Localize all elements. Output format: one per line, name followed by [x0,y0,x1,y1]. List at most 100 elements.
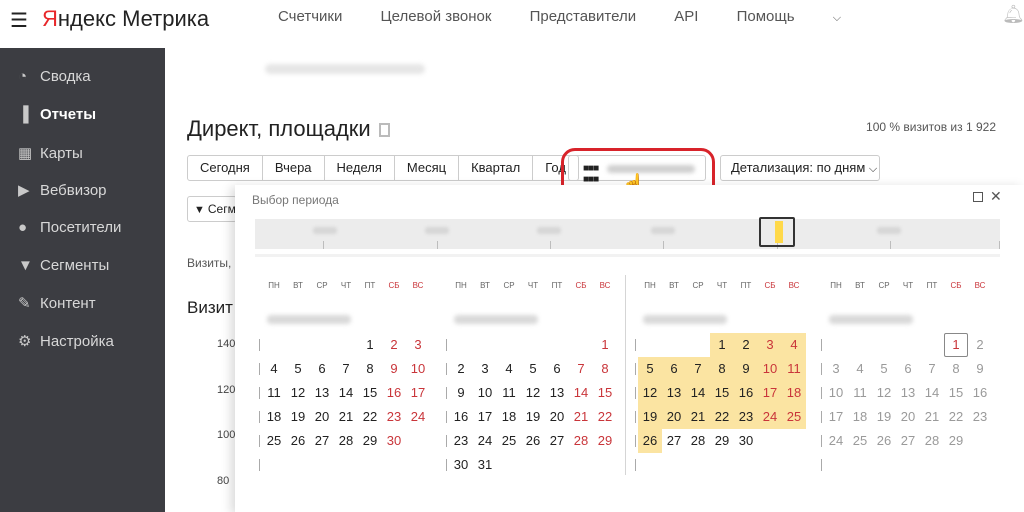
calendar-day[interactable]: 6 [310,357,334,381]
calendar-day[interactable]: 21 [569,405,593,429]
sidebar-item-content[interactable]: ✎ Контент [18,294,96,318]
logo[interactable]: Яндекс Метрика [42,6,209,32]
calendar-day[interactable]: 13 [662,381,686,405]
calendar-day[interactable]: 23 [382,405,406,429]
calendar-day[interactable]: 18 [782,381,806,405]
period-month-button[interactable]: Месяц [395,156,460,180]
calendar-day[interactable]: 1 [358,333,382,357]
calendar-day[interactable]: 2 [734,333,758,357]
calendar-day[interactable]: 17 [824,405,848,429]
sidebar-item-summary[interactable]: ◔ Сводка [18,68,91,92]
calendar-day[interactable]: 26 [638,429,662,453]
calendar-day[interactable]: 3 [758,333,782,357]
sidebar-item-settings[interactable]: ⚙ Настройка [18,332,114,356]
calendar-day[interactable]: 24 [406,405,430,429]
calendar-day[interactable]: 24 [473,429,497,453]
calendar-day[interactable]: 10 [473,381,497,405]
calendar-day[interactable]: 21 [334,405,358,429]
calendar-day[interactable]: 10 [406,357,430,381]
calendar-day[interactable]: 5 [521,357,545,381]
maximize-icon[interactable] [973,192,983,202]
calendar-day[interactable]: 11 [848,381,872,405]
calendar-day[interactable]: 1 [593,333,617,357]
calendar-day[interactable]: 15 [593,381,617,405]
calendar-day[interactable]: 26 [521,429,545,453]
calendar-day[interactable]: 3 [473,357,497,381]
calendar-day[interactable]: 13 [310,381,334,405]
calendar-day[interactable]: 21 [686,405,710,429]
calendar-day[interactable]: 9 [449,381,473,405]
calendar-day[interactable]: 26 [286,429,310,453]
sidebar-item-reports[interactable]: ▐ Отчеты [18,106,96,130]
calendar-day[interactable]: 27 [545,429,569,453]
calendar-day[interactable]: 3 [406,333,430,357]
calendar-day[interactable]: 27 [896,429,920,453]
calendar-day[interactable]: 6 [896,357,920,381]
calendar-day[interactable]: 1 [944,333,968,357]
calendar-day[interactable]: 2 [449,357,473,381]
calendar-day[interactable]: 20 [310,405,334,429]
calendar-day[interactable]: 29 [358,429,382,453]
calendar-day[interactable]: 20 [662,405,686,429]
nav-api[interactable]: API [674,8,698,25]
calendar-day[interactable]: 11 [497,381,521,405]
calendar-day[interactable]: 27 [310,429,334,453]
calendar-day[interactable]: 13 [896,381,920,405]
calendar-day[interactable]: 27 [662,429,686,453]
calendar-day[interactable]: 7 [569,357,593,381]
calendar-day[interactable]: 22 [710,405,734,429]
calendar-day[interactable]: 29 [710,429,734,453]
calendar-day[interactable]: 17 [758,381,782,405]
calendar-day[interactable]: 24 [758,405,782,429]
calendar-day[interactable]: 12 [638,381,662,405]
close-icon[interactable]: ✕ [990,188,1002,205]
calendar-day[interactable]: 12 [872,381,896,405]
period-timeline[interactable] [255,217,1000,249]
calendar-day[interactable]: 6 [662,357,686,381]
calendar-day[interactable]: 22 [944,405,968,429]
period-week-button[interactable]: Неделя [325,156,395,180]
calendar-day[interactable]: 4 [782,333,806,357]
calendar-day[interactable]: 29 [944,429,968,453]
calendar-day[interactable]: 31 [473,453,497,477]
nav-counters[interactable]: Счетчики [278,8,342,25]
calendar-day[interactable]: 26 [872,429,896,453]
nav-help[interactable]: Помощь ⌵ [737,8,875,25]
calendar-day[interactable]: 19 [638,405,662,429]
calendar-day[interactable]: 22 [358,405,382,429]
calendar-day[interactable]: 14 [686,381,710,405]
calendar-day[interactable]: 4 [848,357,872,381]
calendar-day[interactable]: 4 [497,357,521,381]
sidebar-item-webvisor[interactable]: ▶ Вебвизор [18,181,107,205]
calendar-day[interactable]: 2 [968,333,992,357]
calendar-day[interactable]: 10 [758,357,782,381]
calendar-day[interactable]: 10 [824,381,848,405]
calendar-day[interactable]: 18 [262,405,286,429]
calendar-day[interactable]: 28 [920,429,944,453]
period-yesterday-button[interactable]: Вчера [263,156,325,180]
calendar-day[interactable]: 7 [686,357,710,381]
sidebar-item-segments[interactable]: ▼ Сегменты [18,257,109,281]
calendar-day[interactable]: 19 [286,405,310,429]
calendar-day[interactable]: 14 [569,381,593,405]
calendar-day[interactable]: 25 [782,405,806,429]
calendar-day[interactable]: 6 [545,357,569,381]
calendar-day[interactable]: 7 [920,357,944,381]
calendar-day[interactable]: 17 [406,381,430,405]
period-today-button[interactable]: Сегодня [188,156,263,180]
calendar-day[interactable]: 3 [824,357,848,381]
calendar-day[interactable]: 19 [872,405,896,429]
calendar-day[interactable]: 24 [824,429,848,453]
calendar-day[interactable]: 29 [593,429,617,453]
calendar-day[interactable]: 16 [449,405,473,429]
menu-icon[interactable]: ☰ [10,8,28,33]
calendar-day[interactable]: 8 [593,357,617,381]
calendar-day[interactable]: 18 [848,405,872,429]
calendar-day[interactable]: 5 [872,357,896,381]
calendar-day[interactable]: 16 [382,381,406,405]
calendar-day[interactable]: 5 [286,357,310,381]
calendar-day[interactable]: 20 [545,405,569,429]
calendar-day[interactable]: 15 [358,381,382,405]
calendar-day[interactable]: 30 [734,429,758,453]
calendar-day[interactable]: 8 [944,357,968,381]
